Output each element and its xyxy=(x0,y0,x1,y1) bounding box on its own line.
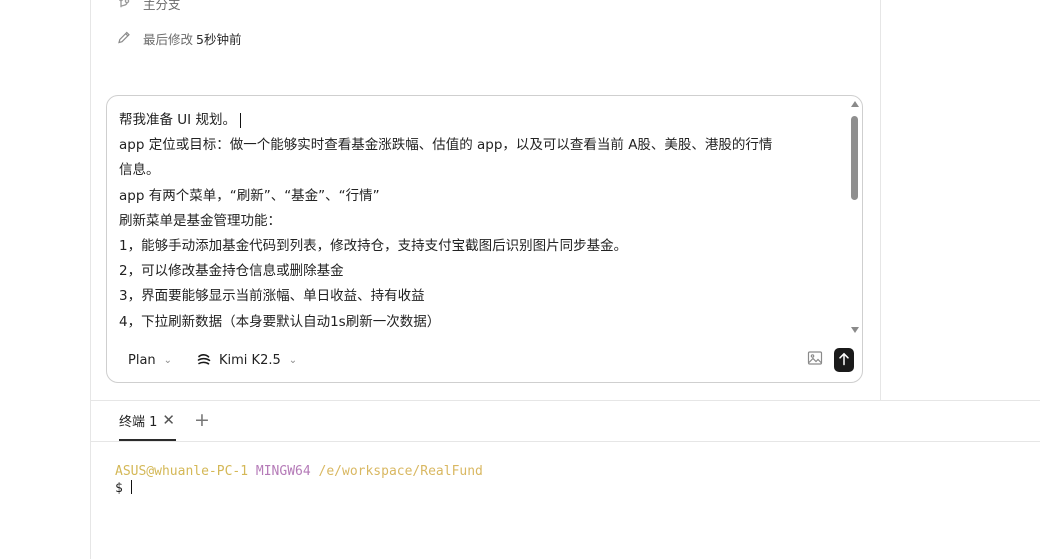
model-select[interactable]: Kimi K2.5 ⌄ xyxy=(197,348,297,372)
terminal-cursor xyxy=(130,480,133,494)
attach-image-button[interactable] xyxy=(805,350,825,370)
last-modified-row: 最后修改 5秒钟前 xyxy=(116,28,241,48)
git-branch-icon xyxy=(116,0,132,11)
prompt-line: 信息。 xyxy=(119,162,160,179)
prompt-line: 4，下拉刷新数据（本身要默认自动1s刷新一次数据） xyxy=(119,313,441,330)
send-button[interactable] xyxy=(834,348,854,372)
scroll-thumb[interactable] xyxy=(851,116,858,200)
mode-label: Plan xyxy=(128,352,156,368)
last-modified-value: 5秒钟前 xyxy=(196,31,242,47)
app-window: 主分支 最后修改 5秒钟前 帮我准备 UI 规划。 app 定位或目标：做一个能… xyxy=(0,0,1040,559)
prompt-line: 1，能够手动添加基金代码到列表，修改持仓，支持支付宝截图后识别图片同步基金。 xyxy=(119,237,628,254)
prompt-scrollbar[interactable] xyxy=(850,100,860,333)
last-modified-label: 最后修改 xyxy=(143,31,194,47)
terminal-prompt: $ xyxy=(115,481,123,496)
left-gutter xyxy=(0,0,91,559)
terminal-env: MINGW64 xyxy=(255,464,311,479)
prompt-line: app 有两个菜单，“刷新”、“基金”、“行情” xyxy=(119,187,380,204)
prompt-line: 3，界面要能够显示当前涨幅、单日收益、持有收益 xyxy=(119,288,425,305)
close-icon[interactable]: ✕ xyxy=(162,411,175,429)
terminal-user-host: ASUS@whuanle-PC-1 xyxy=(115,464,249,479)
terminal-path: /e/workspace/RealFund xyxy=(318,464,483,479)
terminal-output[interactable]: ASUS@whuanle-PC-1 MINGW64 /e/workspace/R… xyxy=(115,464,483,497)
terminal-tabbar: 终端 1 ✕ + xyxy=(91,400,1040,442)
prompt-line: 刷新菜单是基金管理功能： xyxy=(119,212,281,229)
composer-toolbar: Plan ⌄ Kimi K2.5 ⌄ xyxy=(117,346,857,374)
pencil-icon xyxy=(116,30,132,46)
kimi-logo-icon xyxy=(197,353,211,367)
terminal-prompt-line: ASUS@whuanle-PC-1 MINGW64 /e/workspace/R… xyxy=(115,464,483,480)
chat-composer[interactable]: 帮我准备 UI 规划。 app 定位或目标：做一个能够实时查看基金涨跌幅、估值的… xyxy=(106,95,863,383)
chevron-down-icon: ⌄ xyxy=(288,354,298,366)
prompt-line: 2，可以修改基金持仓信息或删除基金 xyxy=(119,263,344,280)
terminal-input-line: $ xyxy=(115,480,483,497)
model-label: Kimi K2.5 xyxy=(219,352,281,368)
prompt-line: 帮我准备 UI 规划。 xyxy=(119,108,839,133)
mode-select[interactable]: Plan ⌄ xyxy=(128,348,172,372)
scroll-up-arrow[interactable] xyxy=(851,101,859,107)
new-terminal-button[interactable]: + xyxy=(191,408,213,432)
right-panel-edge xyxy=(880,0,1040,400)
branch-row: 主分支 xyxy=(116,0,181,13)
tab-terminal-1[interactable]: 终端 1 ✕ xyxy=(119,401,176,441)
chevron-down-icon: ⌄ xyxy=(163,354,173,366)
image-icon xyxy=(807,350,823,370)
scroll-down-arrow[interactable] xyxy=(851,327,859,333)
plus-icon: + xyxy=(194,409,210,431)
arrow-up-icon xyxy=(838,351,850,370)
prompt-textarea[interactable]: 帮我准备 UI 规划。 app 定位或目标：做一个能够实时查看基金涨跌幅、估值的… xyxy=(119,108,839,338)
terminal-tab-label: 终端 1 xyxy=(119,414,158,430)
branch-label: 主分支 xyxy=(143,0,181,12)
text-caret xyxy=(239,112,241,128)
prompt-line: app 定位或目标：做一个能够实时查看基金涨跌幅、估值的 app，以及可以查看当… xyxy=(119,137,773,154)
